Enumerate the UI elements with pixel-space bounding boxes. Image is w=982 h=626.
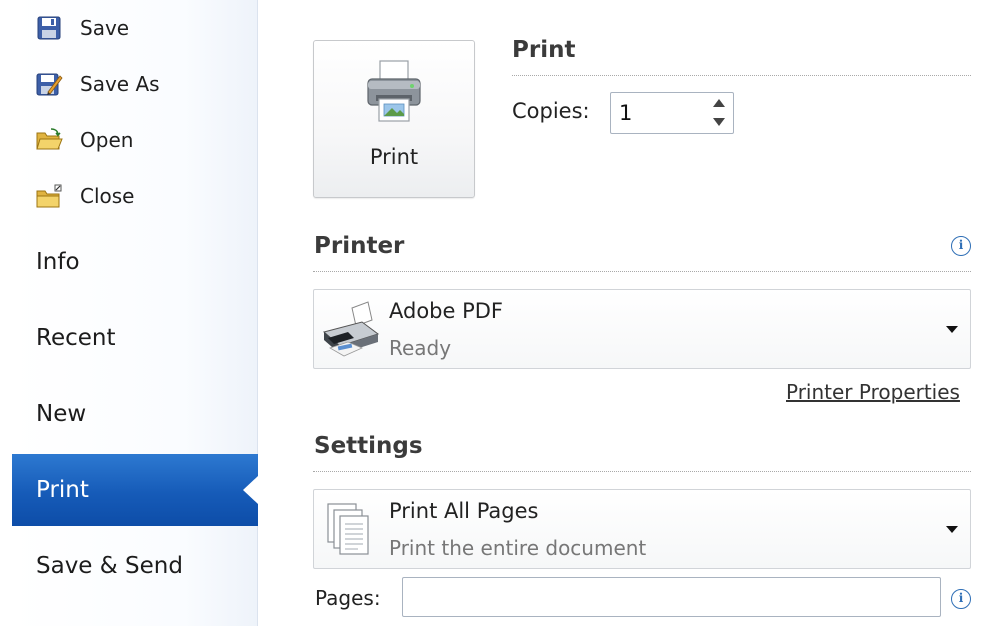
print-range-title: Print All Pages xyxy=(389,499,539,523)
print-range-chevron-down-icon[interactable] xyxy=(946,526,958,533)
printer-icon xyxy=(367,60,421,122)
pages-label: Pages: xyxy=(315,586,381,610)
floppy-disk-icon xyxy=(34,13,64,43)
copies-label: Copies: xyxy=(512,99,590,123)
print-range-dropdown[interactable]: Print All Pages Print the entire documen… xyxy=(313,489,971,569)
print-button-label: Print xyxy=(369,145,419,169)
printer-heading-divider xyxy=(313,271,971,272)
pages-info-icon[interactable]: i xyxy=(951,589,971,609)
print-heading-divider xyxy=(512,75,971,76)
backstage-sidebar: Save Save As Open Close Info Recent New … xyxy=(12,0,258,626)
pages-stack-icon xyxy=(327,503,369,555)
save-as-icon xyxy=(34,69,64,99)
print-range-subtitle: Print the entire document xyxy=(389,536,647,560)
save-command[interactable]: Save xyxy=(34,10,129,46)
print-heading: Print xyxy=(512,37,576,63)
open-label: Open xyxy=(80,128,134,152)
tab-new-label: New xyxy=(36,401,87,427)
copies-decrement-arrow-icon[interactable] xyxy=(713,118,725,126)
tab-recent[interactable]: Recent xyxy=(12,302,258,374)
printer-info-icon[interactable]: i xyxy=(951,236,971,256)
tab-print[interactable]: Print xyxy=(12,454,258,526)
copies-stepper[interactable]: 1 xyxy=(610,92,734,134)
open-folder-icon xyxy=(34,125,64,155)
copies-value: 1 xyxy=(619,101,633,125)
printer-dropdown[interactable]: Adobe PDF Ready xyxy=(313,289,971,369)
settings-heading-divider xyxy=(313,471,971,472)
tab-recent-label: Recent xyxy=(36,325,116,351)
settings-heading: Settings xyxy=(314,433,423,459)
tab-info[interactable]: Info xyxy=(12,226,258,298)
tab-new[interactable]: New xyxy=(12,378,258,450)
tab-save-and-send[interactable]: Save & Send xyxy=(12,530,258,602)
copies-increment-arrow-icon[interactable] xyxy=(713,99,725,107)
save-as-command[interactable]: Save As xyxy=(34,66,160,102)
close-folder-icon xyxy=(34,181,64,211)
close-label: Close xyxy=(80,184,135,208)
close-command[interactable]: Close xyxy=(34,178,134,214)
printer-dropdown-chevron-down-icon[interactable] xyxy=(946,326,958,333)
pages-input[interactable] xyxy=(402,577,941,617)
printer-heading: Printer xyxy=(314,233,405,259)
tab-info-label: Info xyxy=(36,249,80,275)
tab-print-label: Print xyxy=(36,477,89,503)
print-button[interactable]: Print xyxy=(313,40,475,198)
save-as-label: Save As xyxy=(80,72,160,96)
printer-name: Adobe PDF xyxy=(389,299,504,323)
printer-status: Ready xyxy=(389,336,452,360)
save-label: Save xyxy=(80,16,130,40)
printer-device-icon xyxy=(322,301,380,357)
printer-properties-link[interactable]: Printer Properties xyxy=(786,380,960,404)
open-command[interactable]: Open xyxy=(34,122,133,158)
tab-save-and-send-label: Save & Send xyxy=(36,553,183,579)
